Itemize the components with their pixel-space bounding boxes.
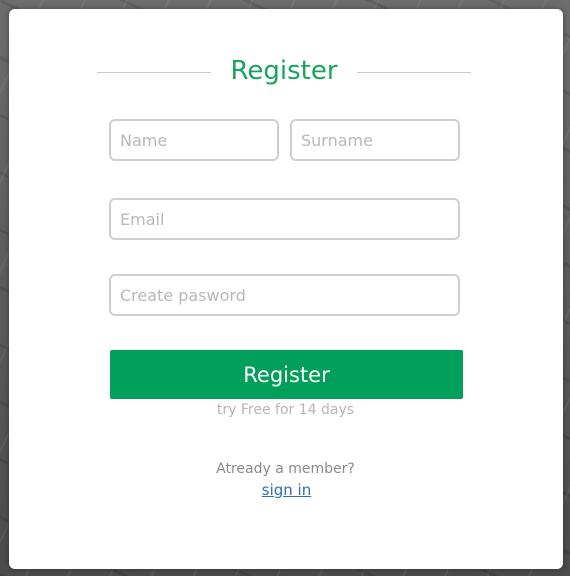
- form-title: Register: [230, 56, 338, 86]
- password-input[interactable]: [109, 274, 460, 316]
- title-divider-left: [97, 72, 211, 73]
- title-divider-right: [357, 72, 471, 73]
- member-prompt: Atready a member?: [216, 461, 355, 477]
- title-row: Register: [97, 53, 471, 89]
- trial-note: try Free for 14 days: [216, 402, 355, 418]
- email-input[interactable]: [109, 198, 460, 240]
- register-modal: Register Register try Free for 14 days A…: [9, 9, 563, 569]
- register-button[interactable]: Register: [110, 350, 463, 399]
- sign-in-link[interactable]: sign in: [249, 481, 324, 499]
- surname-input[interactable]: [290, 119, 460, 161]
- name-input[interactable]: [109, 119, 279, 161]
